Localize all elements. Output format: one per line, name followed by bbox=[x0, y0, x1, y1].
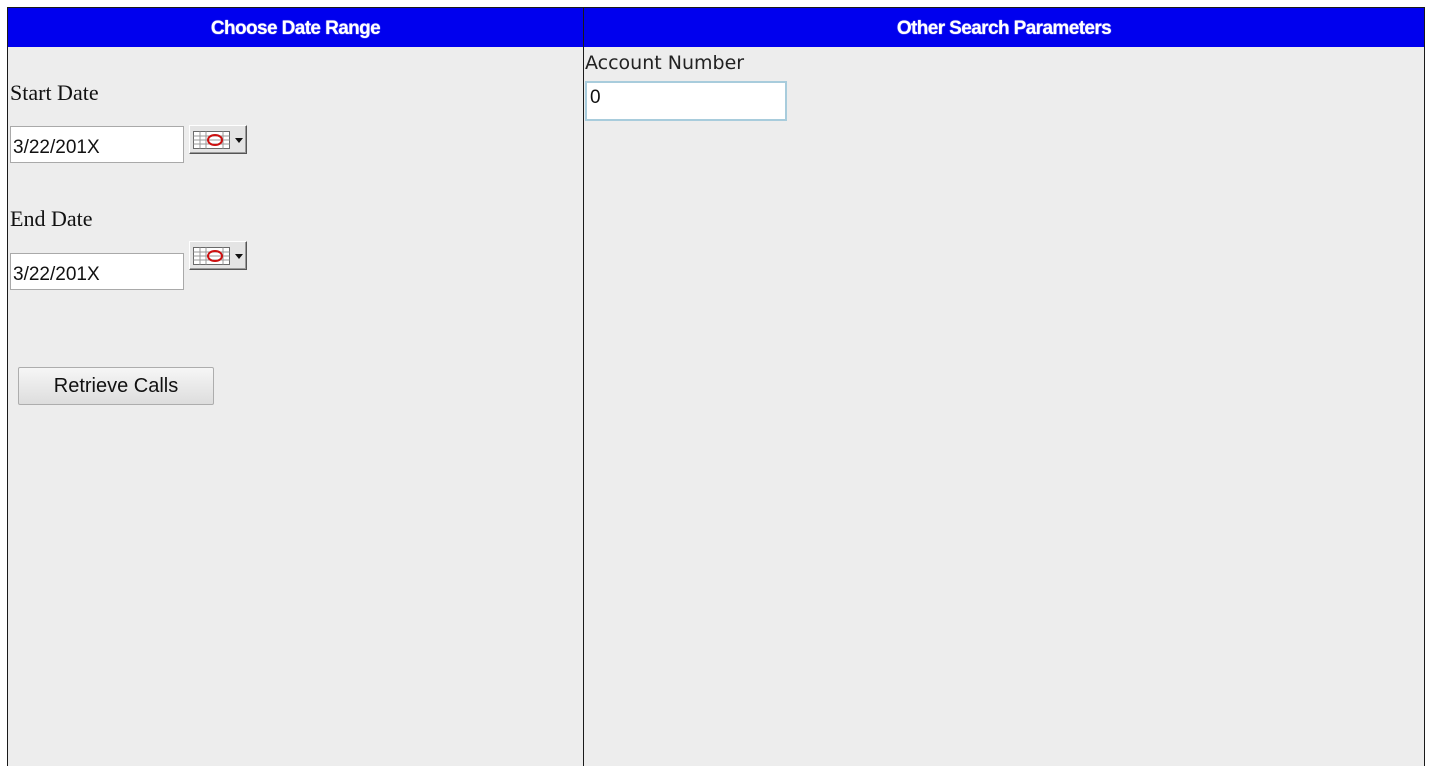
start-date-picker-button[interactable] bbox=[189, 125, 247, 154]
account-number-label: Account Number bbox=[585, 52, 745, 74]
search-parameters-header: Other Search Parameters bbox=[584, 8, 1424, 47]
end-date-picker-button[interactable] bbox=[189, 241, 247, 270]
account-number-input[interactable] bbox=[585, 81, 787, 121]
search-parameters-panel: Other Search Parameters Account Number bbox=[584, 8, 1424, 766]
calendar-dropdown-icon bbox=[193, 247, 243, 265]
start-date-input[interactable] bbox=[10, 126, 184, 163]
end-date-input[interactable] bbox=[10, 253, 184, 290]
search-form: Choose Date Range Start Date End Date bbox=[7, 7, 1425, 766]
date-range-header: Choose Date Range bbox=[8, 8, 583, 47]
retrieve-calls-button[interactable]: Retrieve Calls bbox=[18, 367, 214, 405]
end-date-label: End Date bbox=[10, 206, 93, 231]
calendar-dropdown-icon bbox=[193, 131, 243, 149]
date-range-panel: Choose Date Range Start Date End Date bbox=[8, 8, 584, 766]
start-date-label: Start Date bbox=[10, 80, 99, 105]
